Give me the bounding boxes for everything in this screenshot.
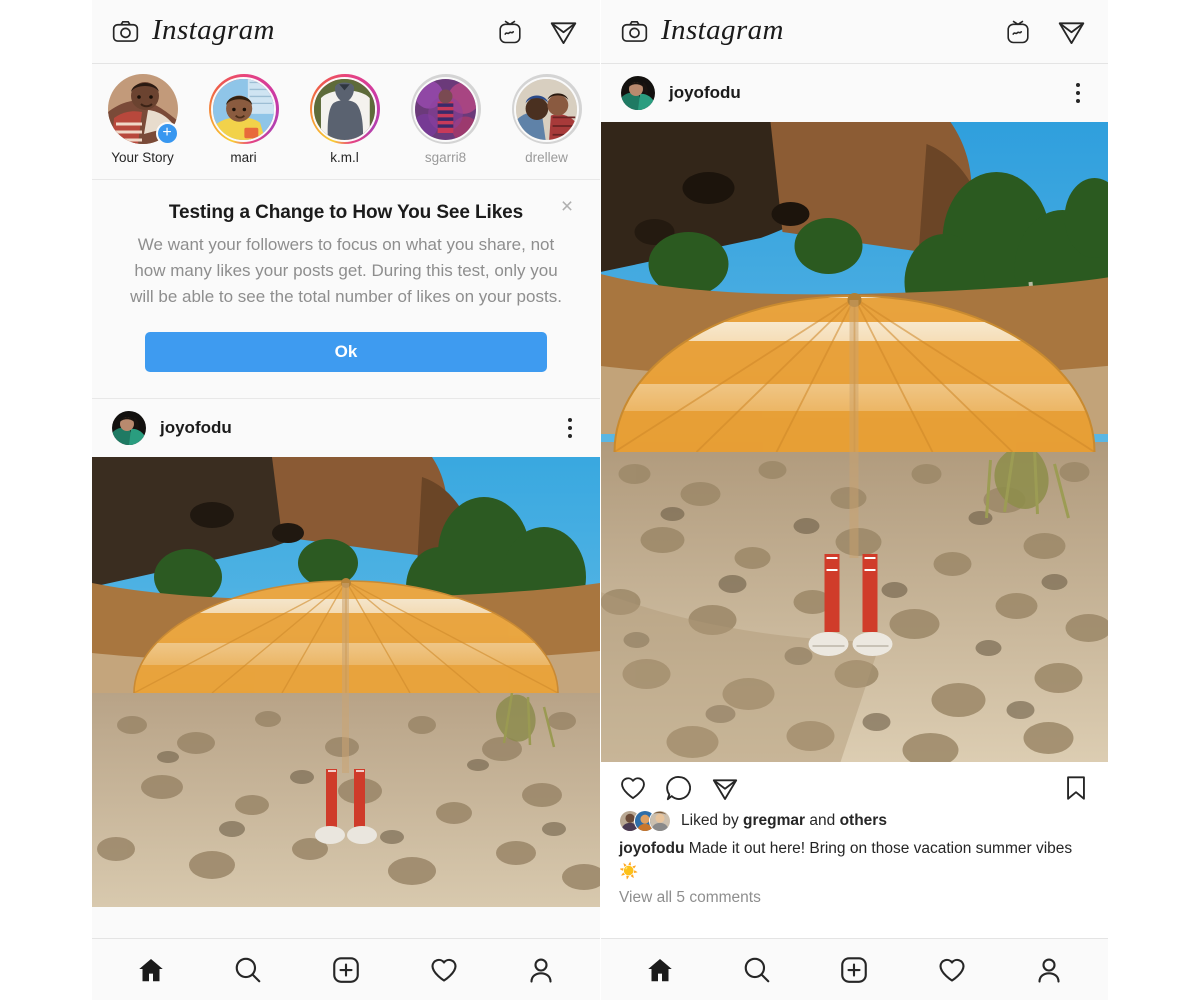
app-brand-wordmark: Instagram [152,14,275,46]
caption-text: Made it out here! Bring on those vacatio… [619,840,1073,880]
more-options-icon[interactable] [560,418,580,438]
avatar-image [516,78,577,140]
liked-by-username[interactable]: gregmar [743,812,805,829]
phone-panel-right: Instagram joyofodu Liked by gregmar and … [600,0,1108,1000]
paper-plane-icon[interactable] [549,17,578,46]
nav-profile-icon[interactable] [1019,955,1079,985]
paper-plane-icon[interactable] [711,774,739,802]
camera-icon[interactable] [112,18,139,45]
story-username: k.m.l [330,150,359,165]
camera-icon[interactable] [621,18,648,45]
paper-plane-icon[interactable] [1057,17,1086,46]
heart-icon[interactable] [619,774,647,802]
story-your-story[interactable]: + Your Story [92,74,193,165]
post-header: joyofodu [92,399,600,457]
dual-phone-panels: Instagram + Your Story mari k.m.l sgarri… [92,0,1108,1000]
nav-home-icon[interactable] [121,955,181,985]
app-brand-wordmark: Instagram [661,14,784,46]
app-topbar: Instagram [601,0,1108,64]
story-avatar [312,76,377,142]
nav-home-icon[interactable] [630,955,690,985]
post-header: joyofodu [601,64,1108,122]
avatar-image [621,76,655,110]
nav-activity-heart-icon[interactable] [922,955,982,985]
comment-bubble-icon[interactable] [665,774,693,802]
liked-by-middle: and [805,812,840,829]
liked-by-text: Liked by gregmar and others [681,812,887,830]
phone-panel-left: Instagram + Your Story mari k.m.l sgarri… [92,0,600,1000]
igtv-icon[interactable] [1005,18,1031,45]
more-options-icon[interactable] [1068,83,1088,103]
topbar-right-group [1005,17,1086,46]
story-ring [410,74,481,144]
story-ring [208,74,279,144]
app-topbar: Instagram [92,0,600,64]
liked-by-prefix: Liked by [681,812,744,829]
story-ring [511,74,582,144]
avatar-image [213,78,274,140]
post-author-avatar[interactable] [621,76,655,110]
story-avatar [514,76,579,142]
avatar-image [314,78,375,140]
bottom-navigation-right[interactable] [601,938,1108,1000]
post-photo[interactable] [601,122,1108,762]
avatar [649,810,671,832]
liked-by-row[interactable]: Liked by gregmar and others [601,806,1108,832]
story-username: Your Story [111,150,174,165]
nav-search-icon[interactable] [727,955,787,985]
post-caption: joyofodu Made it out here! Bring on thos… [601,832,1108,883]
post-actions-bar [601,762,1108,806]
igtv-icon[interactable] [497,18,523,45]
story-ring [309,74,380,144]
post-author-avatar[interactable] [112,411,146,445]
ok-button[interactable]: Ok [145,332,547,372]
story-avatar [413,76,478,142]
post-author-username[interactable]: joyofodu [160,418,232,438]
stories-tray[interactable]: + Your Story mari k.m.l sgarri8 drellew [92,64,600,180]
nav-activity-heart-icon[interactable] [414,955,474,985]
nav-add-post-icon[interactable] [316,955,376,985]
avatar-image [112,411,146,445]
story-mari[interactable]: mari [193,74,294,165]
screenshot-stage: Instagram + Your Story mari k.m.l sgarri… [0,0,1200,1000]
notice-body: We want your followers to focus on what … [130,235,562,306]
likes-test-notice-card: × Testing a Change to How You See Likes … [92,180,600,399]
story-username: mari [230,150,257,165]
left-panel-filler [92,907,600,938]
topbar-left-group: Instagram [621,14,784,46]
post-author-username[interactable]: joyofodu [669,83,741,103]
right-panel-filler [601,917,1108,938]
caption-username[interactable]: joyofodu [619,840,684,857]
story-username: sgarri8 [424,150,467,165]
bookmark-icon[interactable] [1062,774,1090,802]
nav-add-post-icon[interactable] [824,955,884,985]
avatar-image [415,78,476,140]
add-story-badge[interactable]: + [155,122,179,145]
story-ring: + [107,74,179,145]
liker-avatar-stack [619,810,671,832]
topbar-left-group: Instagram [112,14,275,46]
story-username: drellew [525,150,568,165]
post-photo[interactable] [92,457,600,907]
view-all-comments-link[interactable]: View all 5 comments [601,883,1108,917]
close-icon[interactable]: × [556,196,578,218]
story-sgarri8[interactable]: sgarri8 [395,74,496,165]
nav-profile-icon[interactable] [511,955,571,985]
topbar-right-group [497,17,578,46]
story-drellew[interactable]: drellew [496,74,597,165]
bottom-navigation-left[interactable] [92,938,600,1000]
liked-by-others[interactable]: others [840,812,887,829]
story-kml[interactable]: k.m.l [294,74,395,165]
notice-title: Testing a Change to How You See Likes [168,202,524,223]
story-avatar [211,76,276,142]
nav-search-icon[interactable] [218,955,278,985]
